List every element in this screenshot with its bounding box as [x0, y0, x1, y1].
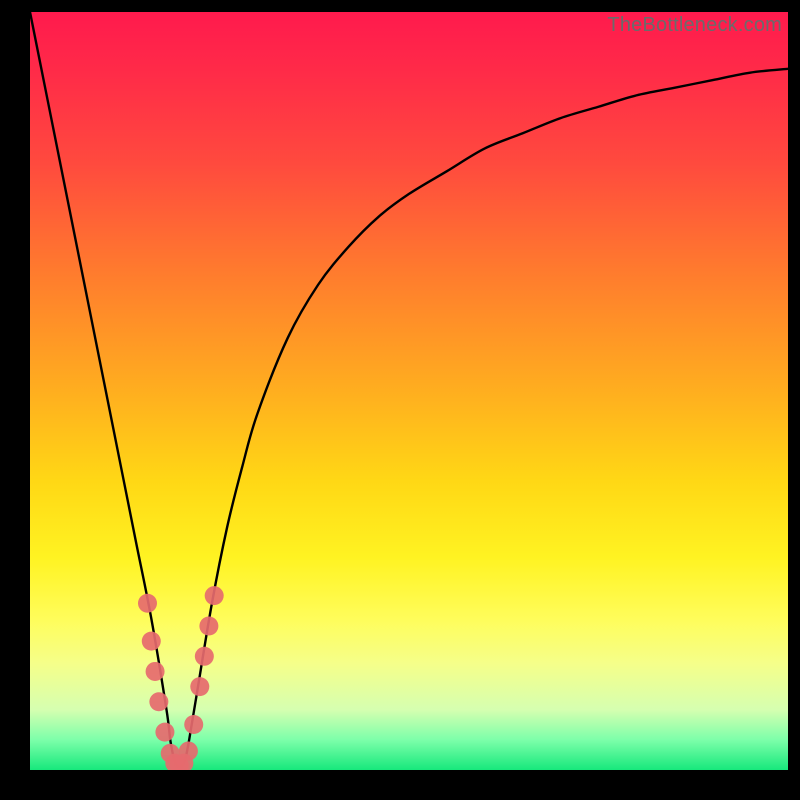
marker-dot	[142, 632, 161, 651]
marker-dot	[199, 616, 218, 635]
bottleneck-curve	[30, 12, 788, 767]
marker-dot	[184, 715, 203, 734]
marker-dot	[179, 742, 198, 761]
marker-dot	[149, 692, 168, 711]
marker-dot	[190, 677, 209, 696]
marker-dot	[155, 723, 174, 742]
watermark-text: TheBottleneck.com	[607, 14, 782, 37]
marker-dot	[195, 647, 214, 666]
marker-dot	[205, 586, 224, 605]
marker-dot	[138, 594, 157, 613]
chart-frame: TheBottleneck.com	[0, 0, 800, 800]
curve-group	[30, 12, 788, 770]
plot-area	[30, 12, 788, 770]
curve-svg	[30, 12, 788, 770]
marker-dot	[146, 662, 165, 681]
